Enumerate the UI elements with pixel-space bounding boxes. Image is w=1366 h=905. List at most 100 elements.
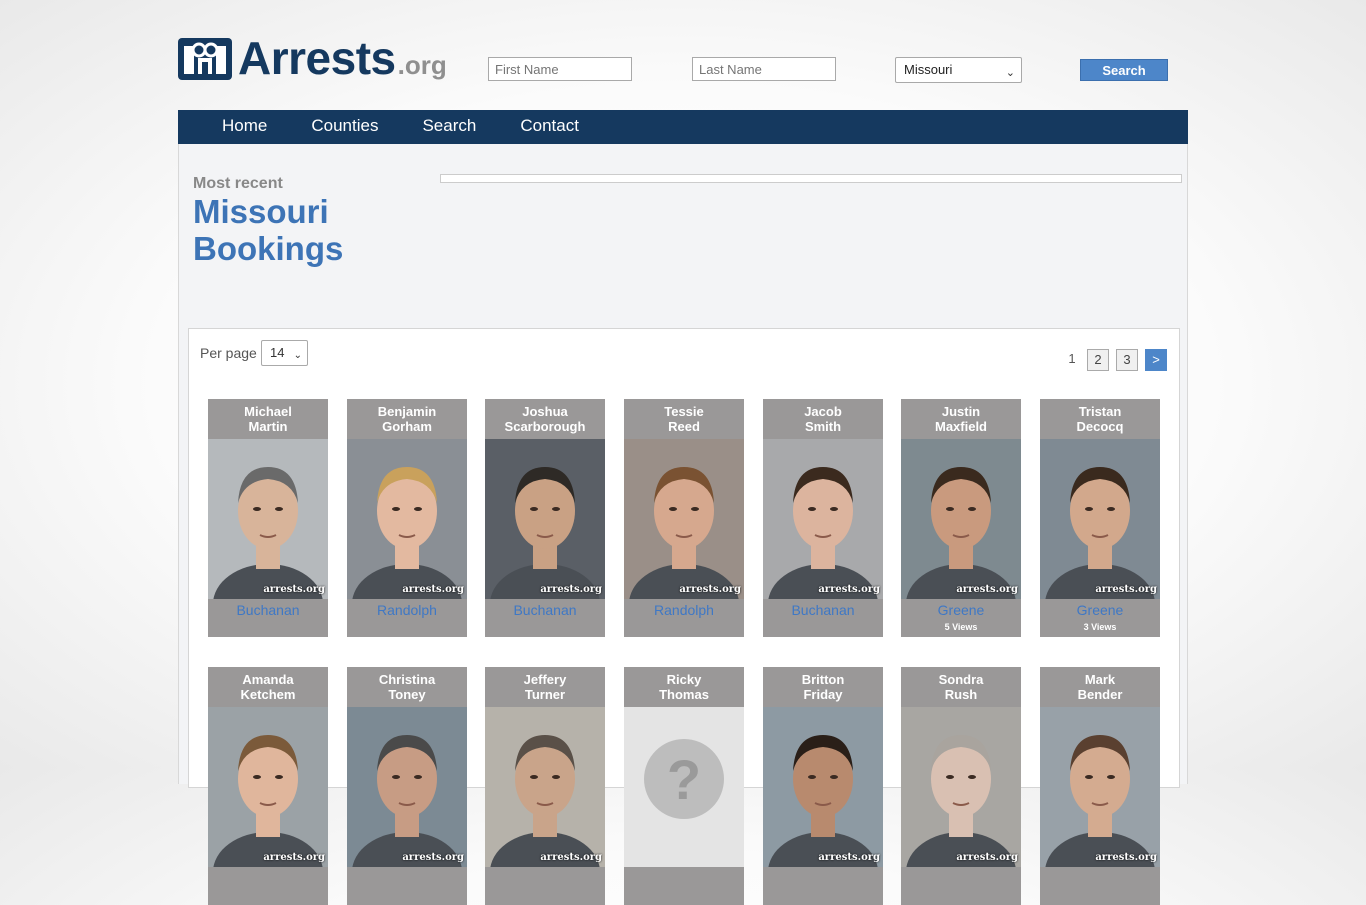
watermark: arrests.org [956, 584, 1018, 595]
inmate-name[interactable]: Amanda Ketchem [208, 667, 328, 707]
booking-card[interactable]: Tristan Decocq arrests.org Greene 3 Views [1040, 399, 1160, 637]
booking-card[interactable]: Benjamin Gorham arrests.org Randolph [347, 399, 467, 637]
state-select-value: Missouri [904, 62, 953, 77]
county-link[interactable]: Randolph [347, 602, 467, 618]
logo-tld: .org [397, 50, 447, 80]
mugshot-photo[interactable]: arrests.org [901, 439, 1021, 599]
booking-card[interactable]: Britton Friday arrests.org [763, 667, 883, 905]
county-link[interactable]: Randolph [624, 602, 744, 618]
inmate-first-name: Sondra [938, 672, 984, 687]
per-page-value: 14 [270, 345, 285, 360]
first-name-input[interactable]: First Name [488, 57, 632, 81]
inmate-last-name: Thomas [659, 687, 709, 702]
inmate-name[interactable]: Ricky Thomas [624, 667, 744, 707]
booking-card[interactable]: Jeffery Turner arrests.org [485, 667, 605, 905]
watermark: arrests.org [402, 584, 464, 595]
main-nav: Home Counties Search Contact [178, 110, 1188, 144]
mugshot-photo[interactable]: arrests.org [763, 707, 883, 867]
mugshot-photo[interactable]: arrests.org [1040, 439, 1160, 599]
inmate-name[interactable]: Michael Martin [208, 399, 328, 439]
inmate-first-name: Amanda [242, 672, 294, 687]
inmate-name[interactable]: Justin Maxfield [901, 399, 1021, 439]
nav-contact[interactable]: Contact [520, 110, 579, 144]
booking-card[interactable]: Sondra Rush arrests.org [901, 667, 1021, 905]
inmate-last-name: Turner [524, 687, 566, 702]
nav-search[interactable]: Search [422, 110, 476, 144]
ad-placeholder [440, 174, 1182, 183]
booking-card[interactable]: Justin Maxfield arrests.org Greene 5 Views [901, 399, 1021, 637]
county-link[interactable]: Buchanan [485, 602, 605, 618]
watermark: arrests.org [1095, 584, 1157, 595]
inmate-name[interactable]: Mark Bender [1040, 667, 1160, 707]
watermark: arrests.org [956, 852, 1018, 863]
booking-card[interactable]: Christina Toney arrests.org [347, 667, 467, 905]
county-link[interactable]: Greene [1040, 602, 1160, 618]
mugshot-photo[interactable]: arrests.org [901, 707, 1021, 867]
inmate-last-name: Friday [803, 687, 843, 702]
next-page-button[interactable]: > [1145, 349, 1167, 371]
booking-card[interactable]: Mark Bender arrests.org [1040, 667, 1160, 905]
booking-card[interactable]: Joshua Scarborough arrests.org Buchanan [485, 399, 605, 637]
booking-card[interactable]: Tessie Reed arrests.org Randolph [624, 399, 744, 637]
site-logo[interactable]: Arrests .org [178, 35, 447, 81]
chevron-down-icon: ⌄ [293, 350, 302, 361]
county-link[interactable]: Buchanan [208, 602, 328, 618]
page-3-link[interactable]: 3 [1116, 349, 1138, 371]
per-page-select[interactable]: 14 ⌄ [261, 340, 308, 366]
nav-home[interactable]: Home [222, 110, 267, 144]
inmate-name[interactable]: Christina Toney [347, 667, 467, 707]
inmate-last-name: Gorham [382, 419, 432, 434]
inmate-last-name: Ketchem [240, 687, 296, 702]
inmate-name[interactable]: Sondra Rush [901, 667, 1021, 707]
inmate-name[interactable]: Tristan Decocq [1040, 399, 1160, 439]
watermark: arrests.org [679, 584, 741, 595]
view-count: 5 Views [944, 622, 978, 632]
page-title-line2: Bookings [193, 230, 344, 267]
inmate-last-name: Bender [1077, 687, 1123, 702]
bookings-grid: Per page 14 ⌄ 1 2 3 > Michael Martin arres… [188, 328, 1180, 905]
page-2-link[interactable]: 2 [1087, 349, 1109, 371]
inmate-name[interactable]: Tessie Reed [624, 399, 744, 439]
pagination: 1 2 3 > [1064, 349, 1167, 371]
booking-card[interactable]: Michael Martin arrests.org Buchanan [208, 399, 328, 637]
mugshot-photo[interactable]: arrests.org [347, 439, 467, 599]
mugshot-photo[interactable]: arrests.org [624, 439, 744, 599]
inmate-name[interactable]: Britton Friday [763, 667, 883, 707]
inmate-last-name: Reed [668, 419, 700, 434]
mugshot-photo[interactable]: arrests.org [485, 707, 605, 867]
county-link[interactable]: Buchanan [763, 602, 883, 618]
booking-card[interactable]: Ricky Thomas? [624, 667, 744, 905]
inmate-first-name: Christina [378, 672, 436, 687]
inmate-name[interactable]: Jacob Smith [763, 399, 883, 439]
mugshot-photo[interactable]: arrests.org [347, 707, 467, 867]
mugshot-photo[interactable]: arrests.org [208, 439, 328, 599]
page-title: Missouri Bookings [193, 193, 343, 267]
watermark: arrests.org [1095, 852, 1157, 863]
county-link[interactable]: Greene [901, 602, 1021, 618]
inmate-first-name: Tristan [1078, 404, 1122, 419]
watermark: arrests.org [818, 852, 880, 863]
booking-card[interactable]: Jacob Smith arrests.org Buchanan [763, 399, 883, 637]
inmate-name[interactable]: Joshua Scarborough [485, 399, 605, 439]
inmate-last-name: Martin [248, 419, 288, 434]
inmate-last-name: Decocq [1076, 419, 1124, 434]
mugshot-photo[interactable]: ? [624, 707, 744, 867]
inmate-last-name: Maxfield [934, 419, 987, 434]
state-select[interactable]: Missouri ⌄ [895, 57, 1022, 83]
mugshot-photo[interactable]: arrests.org [1040, 707, 1160, 867]
booking-card[interactable]: Amanda Ketchem arrests.org [208, 667, 328, 905]
mugshot-photo[interactable]: arrests.org [485, 439, 605, 599]
per-page-label: Per page [200, 345, 257, 361]
last-name-input[interactable]: Last Name [692, 57, 836, 81]
watermark: arrests.org [263, 852, 325, 863]
page-1-current: 1 [1068, 351, 1076, 366]
inmate-name[interactable]: Benjamin Gorham [347, 399, 467, 439]
search-button[interactable]: Search [1080, 59, 1168, 81]
inmate-first-name: Tessie [664, 404, 704, 419]
nav-counties[interactable]: Counties [311, 110, 378, 144]
handcuffs-logo-icon [178, 38, 232, 80]
inmate-first-name: Ricky [666, 672, 702, 687]
inmate-name[interactable]: Jeffery Turner [485, 667, 605, 707]
mugshot-photo[interactable]: arrests.org [208, 707, 328, 867]
mugshot-photo[interactable]: arrests.org [763, 439, 883, 599]
